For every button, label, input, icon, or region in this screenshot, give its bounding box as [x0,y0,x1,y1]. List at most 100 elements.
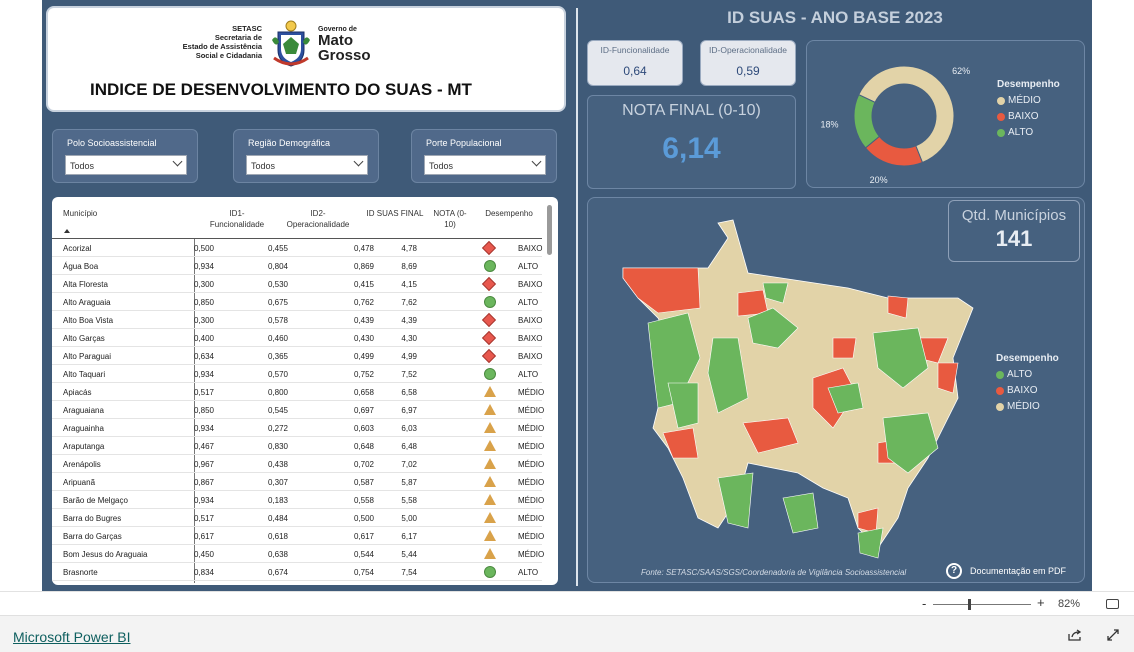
qtd-municipios-card: Qtd. Municípios 141 [948,200,1080,262]
documentation-link[interactable]: ? Documentação em PDF [946,563,1066,579]
slicer-polo-socioassistencial: Polo Socioassistencial Todos [52,129,198,183]
slicer-label: Polo Socioassistencial [67,138,157,148]
legend-dot [996,386,1004,395]
map-region-baixo [832,337,857,359]
table-row[interactable]: Bom Jesus do Araguaia 0,450 0,638 0,544 5,44… [52,545,545,563]
donut-legend-title: Desempenho [997,79,1060,90]
slicer-regiao-demografica: Região Demográfica Todos [233,129,379,183]
cell-desempenho: MÉDIO [518,388,545,397]
slicer-porte-populacional: Porte Populacional Todos [411,129,557,183]
cell-id-final: 0,587 [353,478,374,487]
table-scrollbar[interactable] [547,205,552,255]
desempenho-donut-card: 62% 20% 18% Desempenho MÉDIO BAIXO ALTO [806,40,1085,188]
col-header-id-final[interactable]: ID SUAS FINAL [358,208,432,219]
table-row[interactable]: Barra do Bugres 0,517 0,484 0,500 5,00 MÉDIO [52,509,544,527]
col-header-id1[interactable]: ID1- Funcionalidade [200,208,274,230]
cell-id1: 0,867 [193,478,214,487]
table-body: Acorizal 0,500 0,455 0,478 4,78 BAIXO Água Boa… [52,239,545,581]
table-row[interactable]: Alto Garças 0,400 0,460 0,430 4,30 BAIXO [52,329,542,347]
col-header-desempenho[interactable]: Desempenho [476,208,542,219]
cell-municipio: Araguaiana [63,406,104,415]
table-row[interactable]: Barão de Melgaço 0,934 0,183 0,558 5,58 MÉDIO [52,491,545,509]
setasc-logo-text: SETASC Secretaria de Estado de Assistênc… [182,24,262,60]
cell-nota: 5,58 [401,496,417,505]
table-row[interactable]: Alto Boa Vista 0,300 0,578 0,439 4,39 BAIXO [52,311,542,329]
zoom-slider-track[interactable] [933,604,1031,605]
donut-slice-alto[interactable] [853,94,881,149]
cell-nota: 6,03 [401,424,417,433]
cell-desempenho: MÉDIO [518,532,545,541]
cell-id2: 0,578 [267,316,288,325]
cell-desempenho: MÉDIO [518,550,545,559]
cell-id1: 0,517 [193,388,214,397]
cell-desempenho: MÉDIO [518,424,545,433]
share-icon[interactable] [1068,629,1082,641]
cell-nota: 7,02 [401,460,417,469]
table-row[interactable]: Apiacás 0,517 0,800 0,658 6,58 MÉDIO [52,383,545,401]
zoom-out-button[interactable]: - [922,596,926,611]
cell-id2: 0,438 [267,460,288,469]
section-divider [576,8,578,586]
table-row[interactable]: Araputanga 0,467 0,830 0,648 6,48 MÉDIO [52,437,544,455]
kpi-value: 0,64 [623,64,647,78]
zoom-in-button[interactable]: + [1037,595,1045,610]
table-row[interactable]: Aripuanã 0,867 0,307 0,587 5,87 MÉDIO [52,473,545,491]
table-row[interactable]: Acorizal 0,500 0,455 0,478 4,78 BAIXO [52,239,542,257]
sort-ascending-icon[interactable] [64,229,70,233]
map-legend-item: ALTO [996,369,1059,380]
porte-dropdown[interactable]: Todos [424,155,546,175]
legend-dot [997,96,1005,105]
cell-id-final: 0,439 [353,316,374,325]
cell-id2: 0,183 [267,496,288,505]
cell-desempenho: BAIXO [518,244,543,253]
table-row[interactable]: Alto Araguaia 0,850 0,675 0,762 7,62 ALTO [52,293,542,311]
col-header-municipio[interactable]: Município [63,208,97,219]
table-row[interactable]: Brasnorte 0,834 0,674 0,754 7,54 ALTO [52,563,542,581]
table-row[interactable]: Araguaiana 0,850 0,545 0,697 6,97 MÉDIO [52,401,544,419]
map-legend-item: BAIXO [996,385,1059,396]
map-region-alto [782,492,819,534]
regiao-dropdown[interactable]: Todos [246,155,368,175]
cell-id2: 0,675 [267,298,288,307]
cell-desempenho: ALTO [518,568,539,577]
table-row[interactable]: Água Boa 0,934 0,804 0,869 8,69 ALTO [52,257,542,275]
fit-to-page-icon[interactable] [1106,599,1119,609]
orange-triangle-icon [484,386,496,397]
cell-id1: 0,850 [193,298,214,307]
cell-id-final: 0,499 [353,352,374,361]
cell-id1: 0,967 [193,460,214,469]
cell-desempenho: MÉDIO [518,478,545,487]
polo-dropdown[interactable]: Todos [65,155,187,175]
cell-desempenho: MÉDIO [518,496,545,505]
red-diamond-icon [481,330,497,346]
cell-municipio: Alta Floresta [63,280,108,289]
cell-nota: 6,58 [401,388,417,397]
table-row[interactable]: Alto Paraguai 0,634 0,365 0,499 4,99 BAIXO [52,347,542,365]
table-row[interactable]: Alto Taquari 0,934 0,570 0,752 7,52 ALTO [52,365,542,383]
col-header-id2[interactable]: ID2- Operacionalidade [278,208,358,230]
cell-municipio: Araguainha [63,424,104,433]
donut-legend-item: BAIXO [997,111,1060,122]
footer-bar: Microsoft Power BI [0,615,1134,652]
zoom-slider-thumb[interactable] [968,599,971,610]
cell-id-final: 0,869 [353,262,374,271]
cell-municipio: Barra do Garças [63,532,122,541]
table-row[interactable]: Barra do Garças 0,617 0,618 0,617 6,17 MÉDIO [52,527,545,545]
green-circle-icon [484,296,496,308]
table-row[interactable]: Arenápolis 0,967 0,438 0,702 7,02 MÉDIO [52,455,544,473]
table-row[interactable]: Alta Floresta 0,300 0,530 0,415 4,15 BAIXO [52,275,542,293]
kpi-funcionalidade: ID-Funcionalidade 0,64 [587,40,683,86]
slicer-label: Porte Populacional [426,138,502,148]
zoom-bar: - + 82% [0,591,1134,615]
kpi-operacionalidade: ID-Operacionalidade 0,59 [700,40,796,86]
cell-municipio: Aripuanã [63,478,96,487]
table-row[interactable]: Araguainha 0,934 0,272 0,603 6,03 MÉDIO [52,419,545,437]
cell-id2: 0,804 [267,262,288,271]
col-header-nota[interactable]: NOTA (0- 10) [430,208,470,230]
orange-triangle-icon [484,530,496,541]
source-note: Fonte: SETASC/SAAS/SGS/Coordenadoria de … [641,568,907,577]
cell-id-final: 0,617 [353,532,374,541]
power-bi-link[interactable]: Microsoft Power BI [13,629,130,645]
fullscreen-icon[interactable] [1106,628,1120,642]
question-mark-icon: ? [946,563,962,579]
